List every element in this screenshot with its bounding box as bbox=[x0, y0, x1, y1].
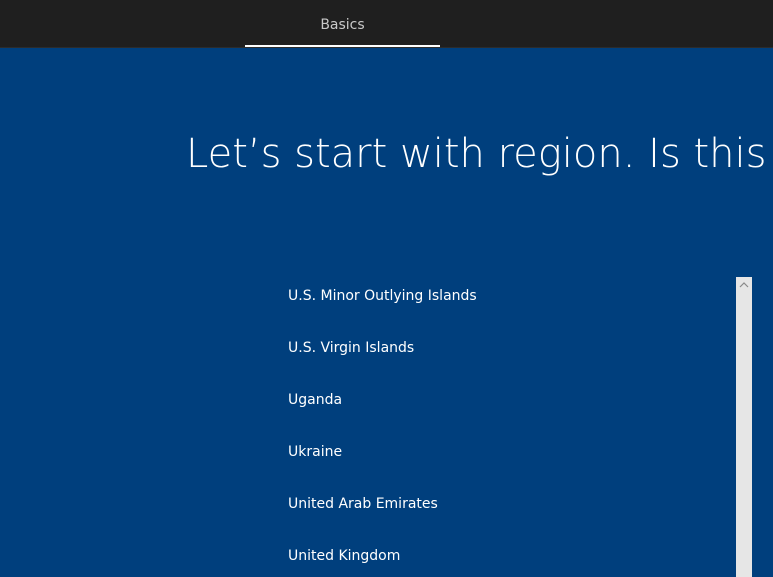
tab-basics[interactable]: Basics bbox=[245, 0, 440, 48]
region-item[interactable]: United Kingdom bbox=[288, 530, 728, 577]
scroll-up-button[interactable] bbox=[736, 277, 752, 291]
region-item[interactable]: Ukraine bbox=[288, 426, 728, 478]
region-item[interactable]: U.S. Minor Outlying Islands bbox=[288, 270, 728, 322]
top-bar: Basics bbox=[0, 0, 773, 48]
page-title: Let’s start with region. Is this rig bbox=[186, 131, 773, 177]
region-item[interactable]: United Arab Emirates bbox=[288, 478, 728, 530]
region-list-scrollbar[interactable] bbox=[736, 277, 752, 577]
region-item[interactable]: Uganda bbox=[288, 374, 728, 426]
active-tab-indicator bbox=[245, 45, 440, 47]
chevron-up-icon bbox=[739, 281, 749, 287]
oobe-page: Basics Let’s start with region. Is this … bbox=[0, 0, 773, 577]
region-list[interactable]: U.S. Minor Outlying Islands U.S. Virgin … bbox=[288, 270, 728, 577]
region-item[interactable]: U.S. Virgin Islands bbox=[288, 322, 728, 374]
